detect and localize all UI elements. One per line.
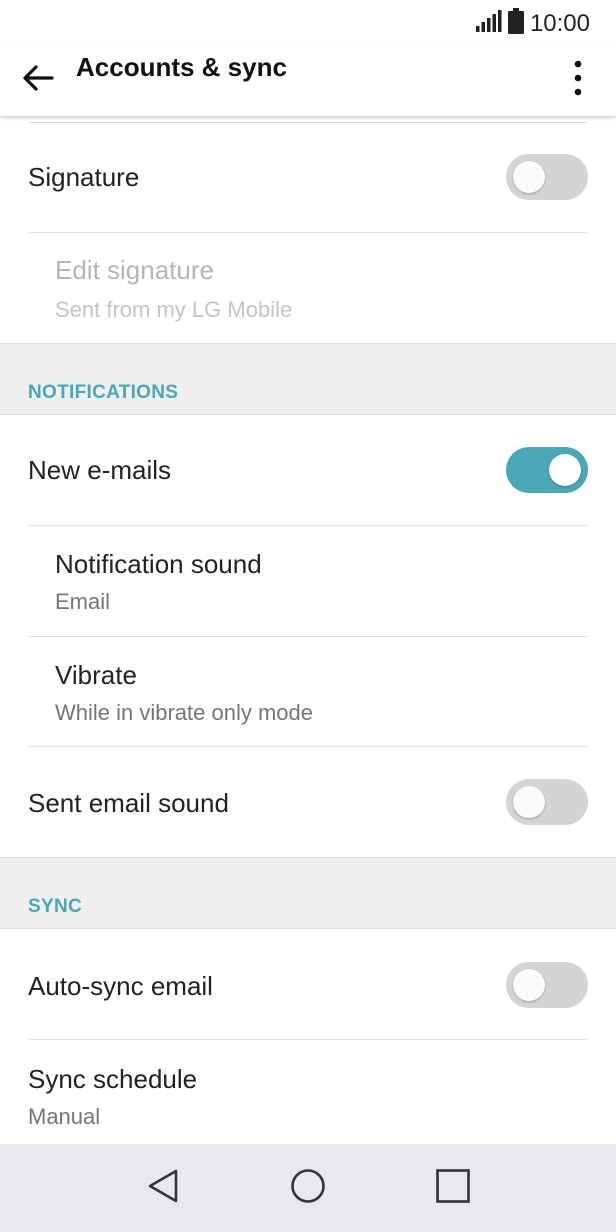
navigation-bar — [0, 1144, 616, 1232]
nav-back-button[interactable] — [133, 1158, 193, 1218]
vibrate-value: While in vibrate only mode — [55, 700, 314, 725]
sync-schedule-label: Sync schedule — [28, 1064, 198, 1094]
auto-sync-toggle[interactable] — [506, 962, 588, 1008]
sent-email-sound-row[interactable]: Sent email sound — [0, 747, 616, 857]
home-circle-icon — [290, 1168, 326, 1209]
app-bar: Accounts & sync — [0, 44, 616, 116]
sent-email-sound-toggle[interactable] — [506, 779, 588, 825]
nav-recents-button[interactable] — [423, 1158, 483, 1218]
signature-toggle[interactable] — [506, 154, 588, 200]
back-button[interactable] — [14, 56, 62, 104]
toggle-knob — [549, 454, 581, 486]
section-label: NOTIFICATIONS — [28, 382, 179, 403]
toggle-knob — [513, 161, 545, 193]
back-arrow-icon — [22, 64, 54, 97]
vibrate-label: Vibrate — [55, 660, 137, 690]
auto-sync-label: Auto-sync email — [28, 971, 213, 1001]
overflow-menu-icon — [574, 60, 582, 101]
signal-icon — [475, 10, 502, 37]
section-header-sync: SYNC — [0, 857, 616, 929]
back-triangle-icon — [146, 1168, 180, 1209]
notification-sound-value: Email — [55, 589, 111, 614]
recents-square-icon — [435, 1168, 471, 1209]
new-emails-label: New e-mails — [28, 455, 172, 485]
sent-email-sound-label: Sent email sound — [28, 788, 229, 818]
auto-sync-row[interactable]: Auto-sync email — [0, 929, 616, 1039]
section-header-notifications: NOTIFICATIONS — [0, 343, 616, 415]
edit-signature-value: Sent from my LG Mobile — [55, 297, 293, 322]
section-label: SYNC — [28, 896, 82, 917]
overflow-menu-button[interactable] — [558, 56, 598, 104]
status-icons: 10:00 — [475, 8, 590, 39]
notification-sound-row[interactable]: Notification sound Email — [0, 526, 616, 636]
signature-row[interactable]: Signature — [0, 124, 616, 232]
edit-signature-label: Edit signature — [55, 255, 214, 285]
divider — [28, 122, 588, 123]
toggle-knob — [513, 969, 545, 1001]
sync-schedule-value: Manual — [28, 1104, 101, 1129]
new-emails-toggle[interactable] — [506, 447, 588, 493]
toggle-knob — [513, 786, 545, 818]
signature-label: Signature — [28, 162, 140, 192]
notification-sound-label: Notification sound — [55, 549, 262, 579]
new-emails-row[interactable]: New e-mails — [0, 415, 616, 525]
nav-home-button[interactable] — [278, 1158, 338, 1218]
settings-list[interactable]: Signature Edit signature Sent from my LG… — [0, 116, 616, 1144]
status-time: 10:00 — [529, 9, 590, 37]
edit-signature-row: Edit signature Sent from my LG Mobile — [0, 233, 616, 343]
vibrate-row[interactable]: Vibrate While in vibrate only mode — [0, 637, 616, 747]
sync-schedule-row[interactable]: Sync schedule Manual — [0, 1040, 616, 1144]
battery-icon — [507, 8, 524, 39]
status-bar: 10:00 — [0, 0, 616, 44]
page-title: Accounts & sync — [76, 52, 287, 82]
